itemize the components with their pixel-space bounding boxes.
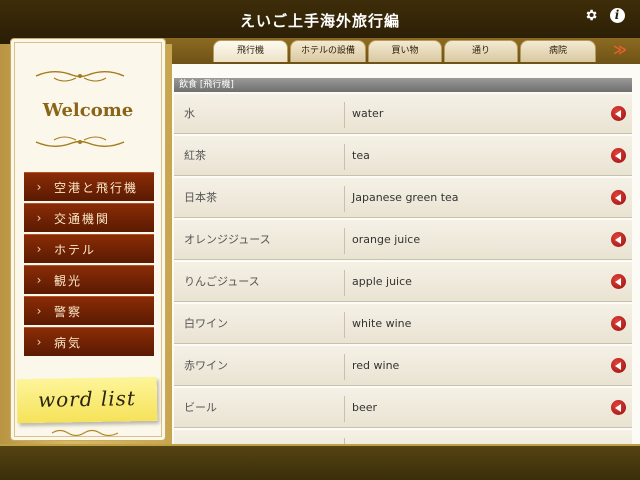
phrase-row[interactable]: 白ワイン white wine	[174, 304, 632, 344]
sidebar-item-illness[interactable]: › 病気	[24, 327, 154, 356]
tab-hotel-facilities[interactable]: ホテルの設備	[290, 40, 366, 62]
section-header: 飲食 [飛行機]	[174, 78, 632, 92]
tab-hospital[interactable]: 病院	[520, 40, 596, 62]
phrase-english: water	[352, 107, 384, 120]
app-title: えいご上手海外旅行編	[239, 12, 400, 30]
column-divider	[344, 354, 345, 380]
tab-street[interactable]: 通り	[444, 40, 518, 62]
bottom-bar	[0, 444, 640, 480]
sidebar-item-label: 交通機関	[54, 211, 111, 226]
column-divider	[344, 228, 345, 254]
sidebar-item-label: 観光	[54, 273, 83, 288]
phrase-japanese: 日本茶	[184, 191, 217, 204]
info-glyph: i	[609, 7, 625, 23]
chevron-right-icon: ›	[36, 242, 42, 256]
sidebar-item-label: 病気	[54, 335, 83, 350]
chevron-right-icon: ›	[36, 211, 42, 225]
speaker-icon[interactable]	[611, 358, 626, 373]
info-icon[interactable]: i	[608, 6, 626, 24]
phrase-english: beer	[352, 401, 378, 414]
phrase-japanese: りんごジュース	[184, 275, 260, 288]
flourish-top-icon	[35, 71, 125, 82]
phrase-row[interactable]: オレンジジュース orange juice	[174, 220, 632, 260]
phrase-japanese: ビール	[184, 401, 217, 414]
sidebar-item-label: 空港と飛行機	[54, 180, 139, 195]
sidebar-item-police[interactable]: › 警察	[24, 296, 154, 325]
sidebar-item-airport[interactable]: › 空港と飛行機	[24, 172, 154, 201]
phrase-japanese: 紅茶	[184, 149, 206, 162]
phrase-row[interactable]: 水 water	[174, 94, 632, 134]
column-divider	[344, 270, 345, 296]
tab-airplane[interactable]: 飛行機	[213, 40, 288, 62]
phrase-row-partial[interactable]	[174, 430, 632, 444]
tabs-more-button[interactable]: ≫	[609, 42, 631, 60]
phrase-row[interactable]: 赤ワイン red wine	[174, 346, 632, 386]
phrase-row[interactable]: ビール beer	[174, 388, 632, 428]
tab-shopping[interactable]: 買い物	[368, 40, 442, 62]
phrase-english: tea	[352, 149, 370, 162]
phrase-english: orange juice	[352, 233, 421, 246]
phrase-row[interactable]: りんごジュース apple juice	[174, 262, 632, 302]
sidebar-item-transport[interactable]: › 交通機関	[24, 203, 154, 232]
speaker-icon[interactable]	[611, 190, 626, 205]
speaker-icon[interactable]	[611, 400, 626, 415]
chevron-right-icon: ›	[36, 304, 42, 318]
sidebar-item-label: 警察	[54, 304, 83, 319]
column-divider	[344, 396, 345, 422]
speaker-icon[interactable]	[611, 274, 626, 289]
phrase-japanese: 赤ワイン	[184, 359, 228, 372]
sidebar-item-hotel[interactable]: › ホテル	[24, 234, 154, 263]
phrase-japanese: 水	[184, 107, 195, 120]
phrase-list-panel: 飲食 [飛行機] 水 water 紅茶 tea 日本茶 Japanese gre…	[172, 64, 640, 444]
scroll-ornament-icon	[51, 429, 119, 437]
column-divider	[344, 102, 345, 128]
column-divider	[344, 186, 345, 212]
phrase-row[interactable]: 日本茶 Japanese green tea	[174, 178, 632, 218]
sidebar-item-sightseeing[interactable]: › 観光	[24, 265, 154, 294]
gear-icon[interactable]	[582, 6, 600, 24]
chevron-right-icon: ›	[36, 335, 42, 349]
column-divider	[344, 144, 345, 170]
chevron-right-icon: ›	[36, 273, 42, 287]
phrase-row[interactable]: 紅茶 tea	[174, 136, 632, 176]
flourish-bottom-icon	[35, 136, 125, 147]
speaker-icon[interactable]	[611, 106, 626, 121]
phrase-english: red wine	[352, 359, 400, 372]
phrase-japanese: 白ワイン	[184, 317, 228, 330]
phrase-japanese: オレンジジュース	[184, 233, 271, 246]
phrase-english: Japanese green tea	[352, 191, 459, 204]
speaker-icon[interactable]	[611, 232, 626, 247]
chevron-right-icon: ›	[36, 180, 42, 194]
welcome-title: Welcome	[42, 100, 134, 121]
speaker-icon[interactable]	[611, 316, 626, 331]
phrase-english: apple juice	[352, 275, 412, 288]
speaker-icon[interactable]	[611, 148, 626, 163]
sidebar-item-label: ホテル	[54, 242, 97, 257]
phrase-english: white wine	[352, 317, 412, 330]
word-list-button[interactable]: word list	[16, 376, 158, 424]
column-divider	[344, 312, 345, 338]
